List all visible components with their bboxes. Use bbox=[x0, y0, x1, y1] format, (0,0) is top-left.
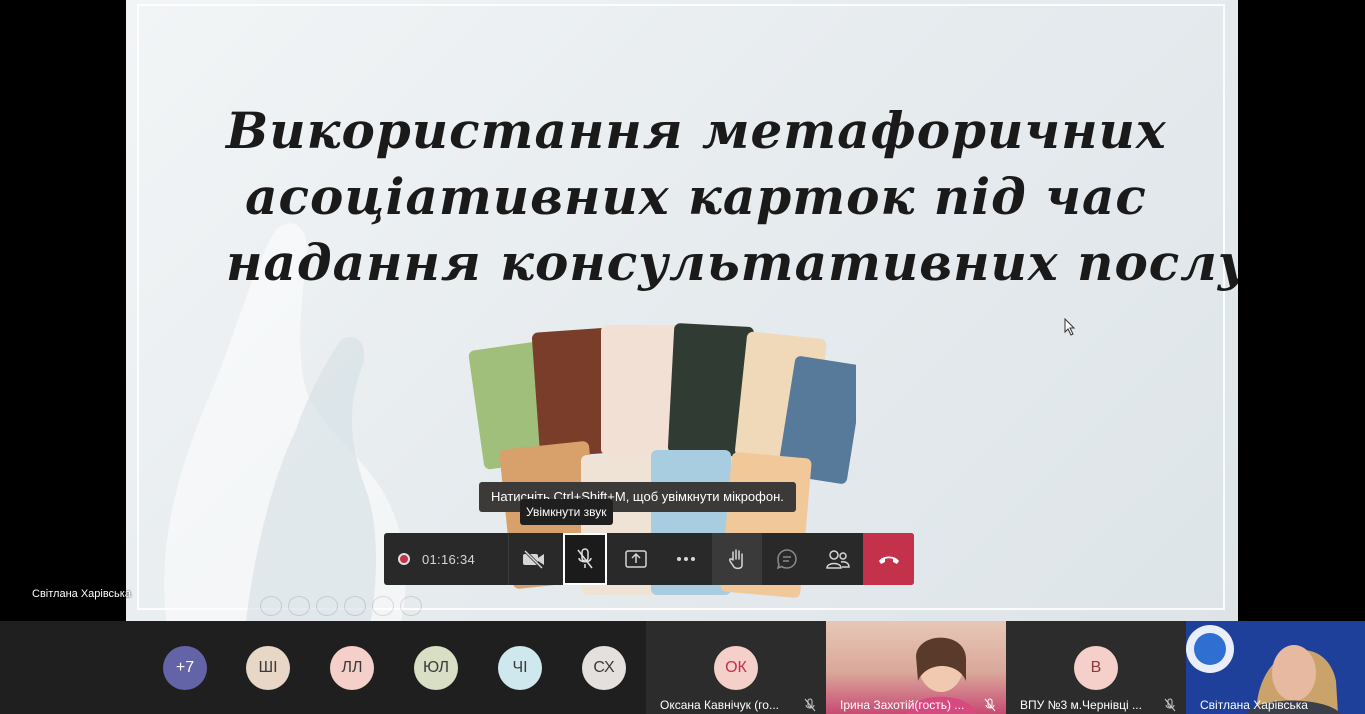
meeting-timer: 01:16:34 bbox=[422, 551, 476, 567]
slide-title-line-3: надання консультативних послуг bbox=[226, 233, 1238, 292]
participant-name: Ірина Захотій(гость) ... bbox=[840, 698, 965, 712]
share-screen-icon bbox=[624, 550, 647, 568]
slide-navigation-tools bbox=[260, 596, 422, 616]
participant-avatar[interactable]: ЧІ bbox=[498, 646, 542, 690]
participant-avatar[interactable]: СХ bbox=[582, 646, 626, 690]
pen-icon[interactable] bbox=[316, 596, 338, 616]
mic-off-icon bbox=[984, 698, 996, 712]
slide-prev-icon[interactable] bbox=[260, 596, 282, 616]
presenter-name-label: Світлана Харівська bbox=[32, 588, 131, 600]
mic-button[interactable] bbox=[562, 533, 608, 585]
participant-tile[interactable]: ОК Оксана Кавнічук (го... bbox=[646, 621, 826, 714]
participant-avatar[interactable]: ЛЛ bbox=[330, 646, 374, 690]
presenter-video-tile[interactable]: Світлана Харівська bbox=[1186, 621, 1365, 714]
hang-up-button[interactable] bbox=[863, 533, 914, 585]
raise-hand-button[interactable] bbox=[711, 533, 763, 585]
mouse-cursor-icon bbox=[1064, 318, 1076, 336]
camera-button[interactable] bbox=[509, 533, 560, 585]
slide-title-line-2: асоціативних карток під час bbox=[245, 167, 1147, 226]
overflow-participants-button[interactable]: +7 bbox=[163, 646, 207, 690]
chat-button[interactable] bbox=[762, 533, 813, 585]
slide-title: Використання метафоричних асоціативних к… bbox=[226, 98, 1238, 296]
chat-icon bbox=[777, 549, 798, 570]
participants-button[interactable] bbox=[813, 533, 864, 585]
participant-avatar: В bbox=[1074, 646, 1118, 690]
recording-indicator: 01:16:34 bbox=[384, 533, 509, 585]
participant-name: Оксана Кавнічук (го... bbox=[660, 698, 779, 712]
slide-next-icon[interactable] bbox=[288, 596, 310, 616]
mic-off-icon bbox=[804, 698, 816, 712]
participant-avatar: ОК bbox=[714, 646, 758, 690]
more-icon bbox=[677, 557, 696, 561]
slide-more-icon[interactable] bbox=[400, 596, 422, 616]
shared-slide: Використання метафоричних асоціативних к… bbox=[126, 0, 1238, 621]
mic-off-icon bbox=[1164, 698, 1176, 712]
meeting-control-bar: 01:16:34 bbox=[384, 533, 914, 585]
participant-tile[interactable]: В ВПУ №3 м.Чернівці ... bbox=[1006, 621, 1186, 714]
participants-icon bbox=[826, 550, 850, 569]
share-screen-button[interactable] bbox=[610, 533, 661, 585]
record-icon bbox=[398, 553, 410, 565]
slides-grid-icon[interactable] bbox=[344, 596, 366, 616]
zoom-icon[interactable] bbox=[372, 596, 394, 616]
participant-video-tile[interactable]: Ірина Захотій(гость) ... bbox=[826, 621, 1006, 714]
participant-name: ВПУ №3 м.Чернівці ... bbox=[1020, 698, 1142, 712]
hang-up-icon bbox=[878, 556, 899, 564]
presenter-name: Світлана Харівська bbox=[1200, 698, 1308, 712]
more-actions-button[interactable] bbox=[661, 533, 712, 585]
participant-avatar[interactable]: ЮЛ bbox=[414, 646, 458, 690]
slide-title-line-1: Використання метафоричних bbox=[226, 101, 1167, 160]
camera-off-icon bbox=[523, 549, 545, 569]
raise-hand-icon bbox=[728, 549, 743, 570]
mic-off-icon bbox=[577, 548, 593, 569]
unmute-tooltip: Увімкнути звук bbox=[520, 499, 613, 525]
participant-avatar[interactable]: ШІ bbox=[246, 646, 290, 690]
